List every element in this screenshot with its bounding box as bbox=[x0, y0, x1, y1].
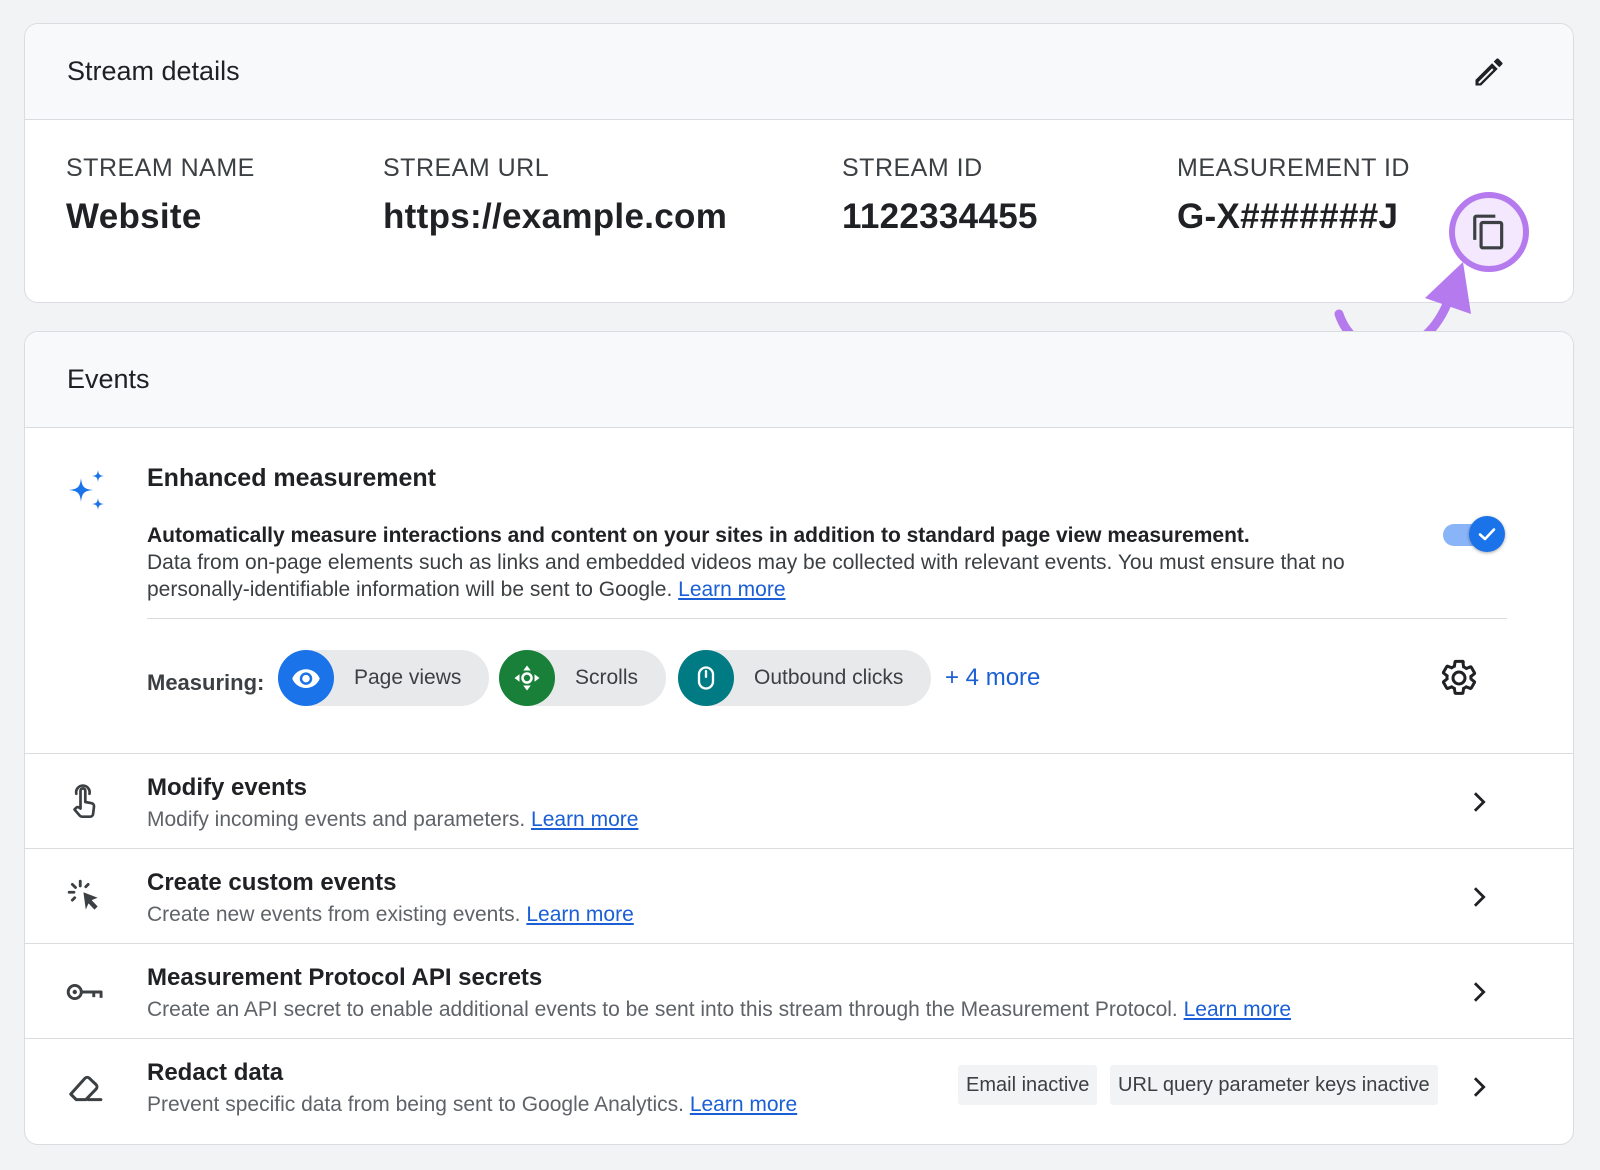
eraser-icon bbox=[65, 1067, 105, 1107]
row-description-text: Create new events from existing events. bbox=[147, 903, 521, 926]
description-bold: Automatically measure interactions and c… bbox=[147, 524, 1250, 547]
events-title: Events bbox=[67, 364, 150, 394]
field-label: STREAM URL bbox=[383, 154, 550, 182]
stream-id-field: STREAM ID 1122334455 bbox=[842, 154, 1038, 237]
learn-more-link[interactable]: Learn more bbox=[678, 578, 785, 601]
scroll-arrows-icon bbox=[499, 650, 555, 706]
row-title: Create custom events bbox=[147, 869, 397, 896]
row-measurement-protocol-secrets[interactable]: Measurement Protocol API secrets Create … bbox=[25, 944, 1573, 1039]
learn-more-link[interactable]: Learn more bbox=[690, 1093, 797, 1116]
field-label: STREAM NAME bbox=[66, 154, 255, 182]
row-description: Create an API secret to enable additiona… bbox=[147, 998, 1291, 1022]
field-value: 1122334455 bbox=[842, 197, 1038, 236]
field-value: https://example.com bbox=[383, 197, 728, 236]
row-description-text: Create an API secret to enable additiona… bbox=[147, 998, 1178, 1021]
measurement-id-field: MEASUREMENT ID G-X#######J bbox=[1177, 154, 1410, 237]
key-icon bbox=[65, 972, 105, 1012]
enhanced-measurement-toggle[interactable] bbox=[1443, 516, 1507, 552]
stream-details-card: Stream details STREAM NAME Website STREA… bbox=[24, 23, 1574, 303]
chevron-right-icon bbox=[1461, 784, 1497, 820]
row-modify-events[interactable]: Modify events Modify incoming events and… bbox=[25, 754, 1573, 849]
enhanced-measurement-title: Enhanced measurement bbox=[147, 464, 436, 492]
edit-stream-button[interactable] bbox=[1467, 50, 1511, 94]
gear-icon bbox=[1441, 659, 1477, 695]
row-description-text: Prevent specific data from being sent to… bbox=[147, 1093, 684, 1116]
row-title: Redact data bbox=[147, 1059, 284, 1086]
enhanced-measurement-description: Automatically measure interactions and c… bbox=[147, 522, 1397, 603]
copy-icon bbox=[1473, 214, 1504, 250]
field-label: MEASUREMENT ID bbox=[1177, 154, 1410, 182]
status-badge: Email inactive bbox=[958, 1065, 1098, 1105]
chip-label: Page views bbox=[354, 666, 462, 689]
chip-label: Outbound clicks bbox=[754, 666, 904, 689]
learn-more-link[interactable]: Learn more bbox=[526, 903, 633, 926]
chevron-right-icon bbox=[1461, 1069, 1497, 1105]
toggle-knob bbox=[1469, 516, 1505, 552]
mouse-icon bbox=[678, 650, 734, 706]
cursor-click-icon bbox=[65, 877, 105, 917]
pencil-icon bbox=[1475, 58, 1503, 86]
field-value: Website bbox=[66, 197, 202, 236]
row-description: Prevent specific data from being sent to… bbox=[147, 1093, 797, 1117]
status-badge: URL query parameter keys inactive bbox=[1110, 1065, 1438, 1105]
chevron-right-icon bbox=[1461, 879, 1497, 915]
chip-scrolls[interactable]: Scrolls bbox=[499, 650, 667, 706]
field-value: G-X#######J bbox=[1177, 197, 1399, 236]
learn-more-link[interactable]: Learn more bbox=[531, 808, 638, 831]
learn-more-link[interactable]: Learn more bbox=[1184, 998, 1291, 1021]
chip-page-views[interactable]: Page views bbox=[278, 650, 490, 706]
eye-icon bbox=[278, 650, 334, 706]
stream-details-title: Stream details bbox=[67, 56, 240, 86]
chip-label: Scrolls bbox=[575, 666, 639, 689]
more-measurements-link[interactable]: + 4 more bbox=[945, 664, 1040, 692]
chip-outbound-clicks[interactable]: Outbound clicks bbox=[678, 650, 932, 706]
touch-hand-icon bbox=[65, 782, 105, 822]
row-create-custom-events[interactable]: Create custom events Create new events f… bbox=[25, 849, 1573, 944]
enhanced-settings-button[interactable] bbox=[1437, 656, 1481, 700]
stream-name-field: STREAM NAME Website bbox=[66, 154, 255, 237]
events-header: Events bbox=[25, 332, 1573, 428]
row-title: Measurement Protocol API secrets bbox=[147, 964, 543, 991]
sparkle-icon bbox=[69, 470, 104, 510]
measuring-label: Measuring: bbox=[147, 670, 265, 695]
check-icon bbox=[1478, 528, 1496, 541]
row-description: Create new events from existing events. … bbox=[147, 903, 634, 927]
divider bbox=[147, 618, 1507, 619]
stream-details-header: Stream details bbox=[25, 24, 1573, 120]
row-description: Modify incoming events and parameters. L… bbox=[147, 808, 638, 832]
stream-url-field: STREAM URL https://example.com bbox=[383, 154, 727, 237]
row-redact-data[interactable]: Redact data Prevent specific data from b… bbox=[25, 1039, 1573, 1134]
chevron-right-icon bbox=[1461, 974, 1497, 1010]
events-card: Events Enhanced measurement Automaticall… bbox=[24, 331, 1574, 1145]
enhanced-measurement-section: Enhanced measurement Automatically measu… bbox=[25, 428, 1573, 754]
row-description-text: Modify incoming events and parameters. bbox=[147, 808, 526, 831]
field-label: STREAM ID bbox=[842, 154, 983, 182]
row-title: Modify events bbox=[147, 774, 308, 801]
copy-measurement-id-button[interactable] bbox=[1449, 192, 1529, 272]
